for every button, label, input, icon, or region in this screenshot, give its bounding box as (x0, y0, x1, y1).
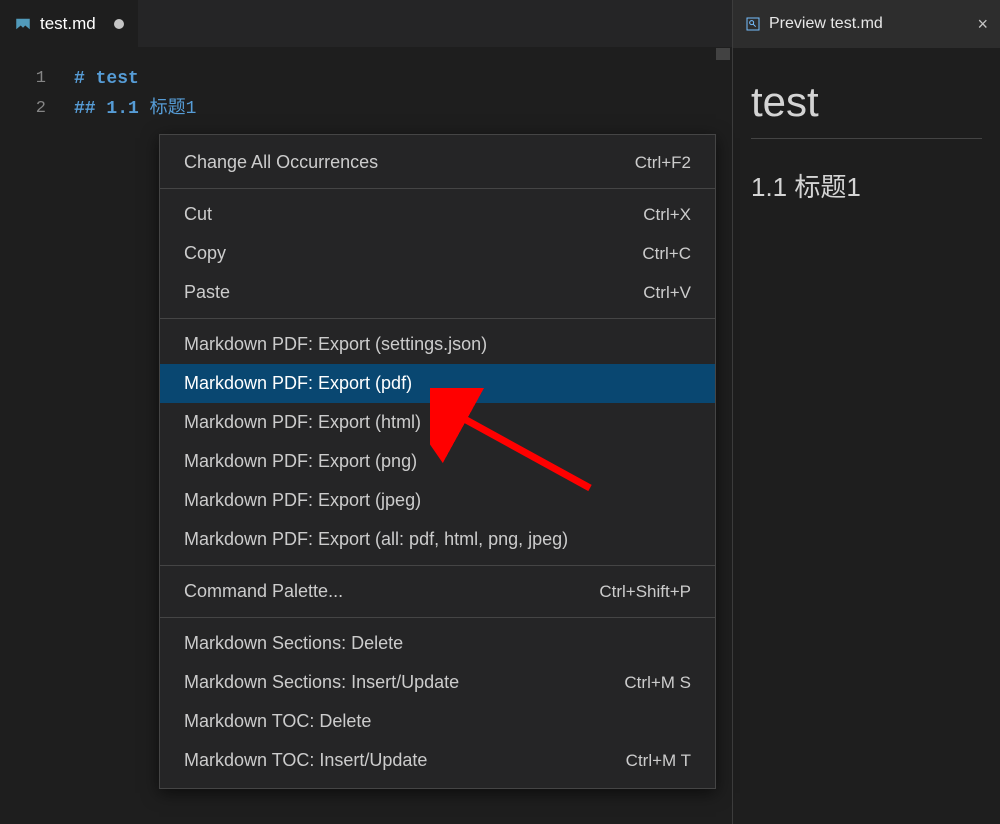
menu-separator (160, 318, 715, 319)
menu-item-shortcut: Ctrl+M T (626, 751, 691, 771)
menu-item-label: Markdown TOC: Insert/Update (184, 750, 427, 771)
menu-item[interactable]: Markdown Sections: Insert/Update Ctrl+M S (160, 663, 715, 702)
menu-item-label: Markdown PDF: Export (all: pdf, html, pn… (184, 529, 568, 550)
menu-item[interactable]: Markdown PDF: Export (jpeg) (160, 481, 715, 520)
gutter-line-numbers: 1 2 (0, 64, 64, 124)
menu-item-shortcut: Ctrl+V (643, 283, 691, 303)
preview-tab[interactable]: Preview test.md × (733, 0, 1000, 48)
md-heading-prefix: 1.1 (106, 99, 138, 119)
preview-panel: Preview test.md × test 1.1 标题1 (732, 0, 1000, 824)
preview-tab-label: Preview test.md (769, 15, 883, 33)
line-number: 2 (0, 94, 46, 124)
menu-separator (160, 617, 715, 618)
menu-item[interactable]: Markdown PDF: Export (pdf) (160, 364, 715, 403)
scrollbar-thumb[interactable] (716, 48, 730, 60)
menu-item-label: Copy (184, 243, 226, 264)
menu-item[interactable]: Markdown PDF: Export (png) (160, 442, 715, 481)
menu-item[interactable]: Markdown PDF: Export (all: pdf, html, pn… (160, 520, 715, 559)
menu-item-label: Markdown PDF: Export (html) (184, 412, 421, 433)
unsaved-indicator-icon (114, 19, 124, 29)
menu-item-label: Cut (184, 204, 212, 225)
menu-separator (160, 188, 715, 189)
preview-h2: 1.1 标题1 (751, 167, 982, 204)
code-line: ## 1.1 标题1 (74, 94, 196, 124)
menu-item[interactable]: Markdown TOC: Delete (160, 702, 715, 741)
code-line: # test (74, 64, 196, 94)
menu-item-label: Markdown Sections: Delete (184, 633, 403, 654)
menu-item-label: Command Palette... (184, 581, 343, 602)
menu-item[interactable]: Markdown PDF: Export (settings.json) (160, 325, 715, 364)
menu-item-label: Markdown PDF: Export (settings.json) (184, 334, 487, 355)
close-icon[interactable]: × (977, 14, 988, 35)
menu-item[interactable]: Command Palette... Ctrl+Shift+P (160, 572, 715, 611)
menu-separator (160, 565, 715, 566)
menu-item[interactable]: Cut Ctrl+X (160, 195, 715, 234)
md-heading-token: ## (74, 99, 96, 119)
preview-h1: test (751, 78, 982, 139)
menu-item[interactable]: Paste Ctrl+V (160, 273, 715, 312)
menu-item-label: Markdown PDF: Export (jpeg) (184, 490, 421, 511)
line-number: 1 (0, 64, 46, 94)
md-heading-token: # (74, 69, 85, 89)
menu-item-label: Markdown TOC: Delete (184, 711, 371, 732)
preview-icon (745, 16, 761, 32)
menu-item-shortcut: Ctrl+F2 (635, 153, 691, 173)
menu-item[interactable]: Markdown PDF: Export (html) (160, 403, 715, 442)
editor-vertical-scrollbar[interactable] (716, 48, 730, 824)
menu-item-label: Markdown PDF: Export (pdf) (184, 373, 412, 394)
context-menu[interactable]: Change All Occurrences Ctrl+F2 Cut Ctrl+X Co… (159, 134, 716, 789)
md-heading-text: test (96, 69, 139, 89)
md-heading-text: 标题1 (150, 99, 197, 119)
menu-item[interactable]: Copy Ctrl+C (160, 234, 715, 273)
menu-item[interactable]: Markdown Sections: Delete (160, 624, 715, 663)
menu-item-shortcut: Ctrl+M S (624, 673, 691, 693)
menu-item-label: Markdown PDF: Export (png) (184, 451, 417, 472)
menu-item-label: Markdown Sections: Insert/Update (184, 672, 459, 693)
menu-item[interactable]: Markdown TOC: Insert/Update Ctrl+M T (160, 741, 715, 780)
file-tab[interactable]: test.md (0, 0, 138, 47)
menu-item[interactable]: Change All Occurrences Ctrl+F2 (160, 143, 715, 182)
menu-item-shortcut: Ctrl+X (643, 205, 691, 225)
code-area[interactable]: # test ## 1.1 标题1 (74, 64, 196, 124)
menu-item-shortcut: Ctrl+Shift+P (599, 582, 691, 602)
preview-body: test 1.1 标题1 (733, 48, 1000, 234)
menu-item-label: Change All Occurrences (184, 152, 378, 173)
file-tab-label: test.md (40, 14, 96, 34)
menu-item-shortcut: Ctrl+C (642, 244, 691, 264)
menu-item-label: Paste (184, 282, 230, 303)
markdown-file-icon (14, 15, 32, 33)
